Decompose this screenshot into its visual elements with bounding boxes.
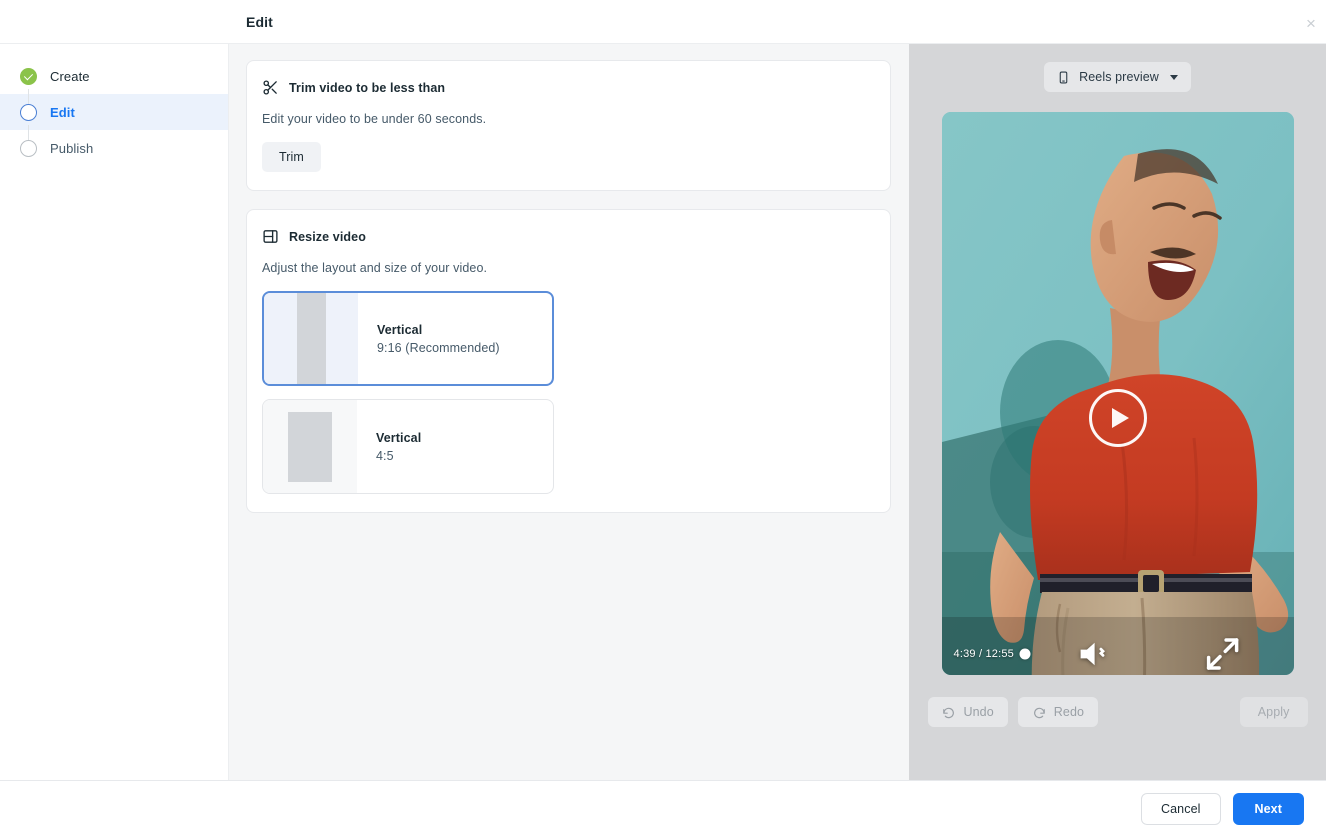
- sidebar-item-label-edit: Edit: [50, 104, 75, 120]
- aspect-ratio-name-4-5: Vertical: [376, 430, 422, 445]
- stepper-sidebar: Create Edit Publish: [0, 44, 229, 780]
- video-progress-handle[interactable]: [1019, 648, 1031, 660]
- trim-card-header: Trim video to be less than: [262, 79, 874, 96]
- resize-card-title: Resize video: [289, 229, 366, 244]
- aspect-ratio-meta-9-16: Vertical 9:16 (Recommended): [358, 293, 552, 384]
- trim-button[interactable]: Trim: [262, 142, 321, 172]
- sidebar-item-label-publish: Publish: [50, 140, 94, 156]
- dialog-header: Edit ×: [0, 0, 1326, 44]
- sidebar-item-publish[interactable]: Publish: [0, 130, 228, 166]
- cancel-button[interactable]: Cancel: [1140, 792, 1221, 825]
- preview-panel: Reels preview 4:39 / 12:55 Undo Redo App…: [909, 44, 1326, 780]
- apply-button[interactable]: Apply: [1239, 697, 1308, 727]
- aspect-ratio-thumbnail-4-5: [263, 400, 357, 493]
- page-title: Edit: [246, 13, 273, 30]
- aspect-ratio-thumbnail-9-16: [264, 293, 358, 384]
- resize-video-card: Resize video Adjust the layout and size …: [246, 209, 891, 513]
- edit-video-dialog: Edit × Create Edit Publish Trim video to…: [0, 0, 1326, 836]
- fullscreen-icon[interactable]: [1164, 633, 1281, 675]
- trim-card-description: Edit your video to be under 60 seconds.: [262, 112, 487, 126]
- thumbnail-frame-icon: [296, 293, 326, 384]
- scissors-icon: [263, 80, 277, 95]
- step-complete-check-icon: [20, 67, 37, 85]
- sidebar-item-edit[interactable]: Edit: [0, 94, 228, 130]
- undo-button[interactable]: Undo: [927, 697, 1008, 727]
- video-preview[interactable]: 4:39 / 12:55: [941, 112, 1294, 675]
- undo-label: Undo: [963, 705, 994, 719]
- volume-mute-icon[interactable]: [1036, 633, 1153, 675]
- layout-icon: [263, 230, 278, 243]
- preview-type-dropdown[interactable]: Reels preview: [1044, 62, 1191, 92]
- redo-label: Redo: [1053, 705, 1085, 719]
- video-timestamp: 4:39 / 12:55: [953, 648, 1015, 660]
- play-icon[interactable]: [1088, 389, 1147, 447]
- preview-type-label: Reels preview: [1079, 70, 1159, 84]
- thumbnail-frame-icon: [288, 411, 332, 482]
- phone-icon: [1059, 71, 1068, 83]
- aspect-ratio-name-9-16: Vertical: [377, 322, 423, 337]
- edit-action-bar: Undo Redo Apply: [927, 697, 1308, 727]
- redo-arrow-icon: [1033, 707, 1045, 719]
- aspect-ratio-option-4-5[interactable]: Vertical 4:5: [262, 399, 554, 494]
- redo-button[interactable]: Redo: [1017, 697, 1099, 727]
- undo-arrow-icon: [942, 707, 954, 719]
- aspect-ratio-value-9-16: 9:16 (Recommended): [377, 340, 500, 355]
- trim-video-card: Trim video to be less than Edit your vid…: [246, 60, 891, 191]
- chevron-down-icon: [1169, 74, 1178, 80]
- next-button[interactable]: Next: [1232, 792, 1304, 825]
- step-current-circle-icon: [20, 103, 37, 121]
- aspect-ratio-options: Vertical 9:16 (Recommended) Vertical 4:5: [262, 291, 874, 494]
- aspect-ratio-meta-4-5: Vertical 4:5: [357, 400, 553, 493]
- aspect-ratio-value-4-5: 4:5: [376, 448, 394, 463]
- trim-card-title: Trim video to be less than: [289, 80, 446, 95]
- video-player-controls: 4:39 / 12:55: [942, 633, 1294, 675]
- resize-card-header: Resize video: [262, 228, 874, 245]
- aspect-ratio-option-9-16[interactable]: Vertical 9:16 (Recommended): [262, 291, 554, 386]
- sidebar-item-label-create: Create: [50, 68, 90, 84]
- dialog-footer: Cancel Next: [0, 780, 1326, 836]
- sidebar-item-create[interactable]: Create: [0, 58, 228, 94]
- resize-card-description: Adjust the layout and size of your video…: [262, 261, 488, 275]
- step-pending-circle-icon: [20, 139, 37, 157]
- edit-options-panel: Trim video to be less than Edit your vid…: [229, 44, 909, 780]
- dialog-body: Create Edit Publish Trim video to be les…: [0, 44, 1326, 780]
- close-icon[interactable]: ×: [1298, 10, 1324, 36]
